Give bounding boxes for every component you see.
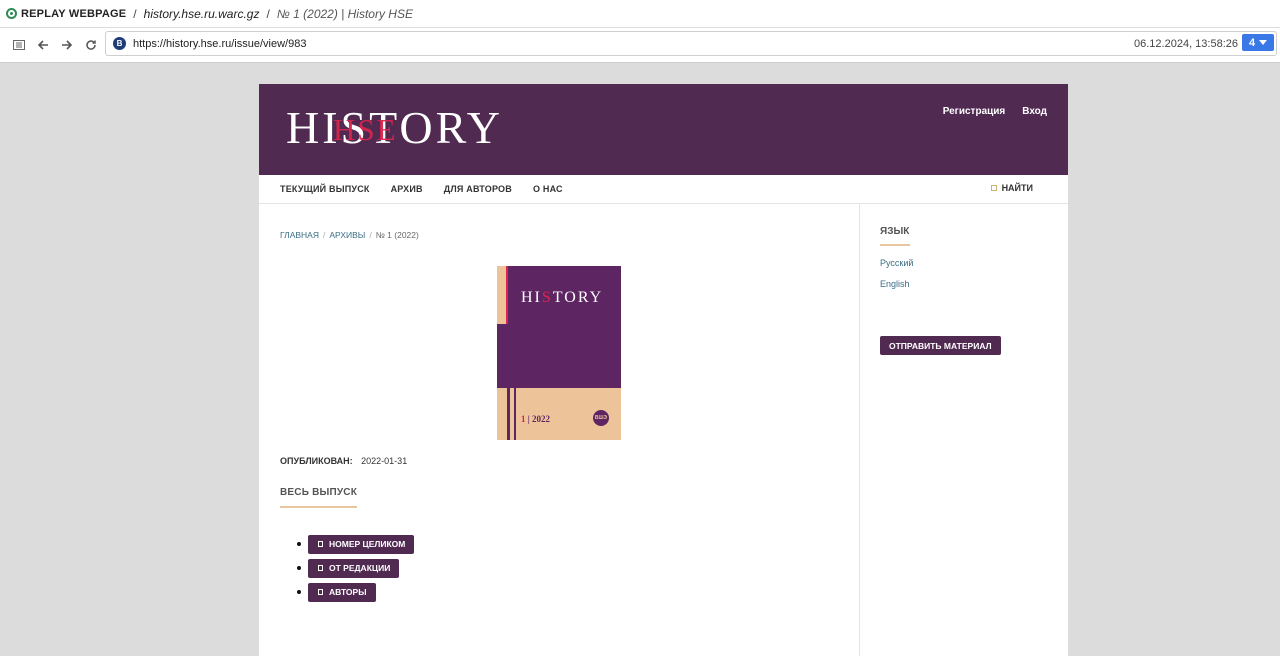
- replay-brand: REPLAY WEBPAGE: [21, 7, 127, 20]
- cover-issue: 1 | 2022: [521, 414, 550, 424]
- file-icon: [318, 565, 323, 571]
- register-link[interactable]: Регистрация: [943, 106, 1006, 117]
- list-item: АВТОРЫ: [281, 580, 414, 604]
- cover-stripe: [507, 388, 510, 440]
- editorial-button[interactable]: ОТ РЕДАКЦИИ: [308, 558, 400, 578]
- heading-underline: [880, 244, 910, 246]
- capture-count: 4: [1248, 36, 1256, 49]
- nav-for-authors[interactable]: ДЛЯ АВТОРОВ: [444, 184, 512, 194]
- site-header: HISTORY HSE Регистрация Вход: [259, 84, 1068, 175]
- main-content: ГЛАВНАЯ / АРХИВЫ / № 1 (2022) HISTORY 1 | 20…: [259, 204, 860, 656]
- main-nav: ТЕКУЩИЙ ВЫПУСК АРХИВ ДЛЯ АВТОРОВ О НАС Н…: [259, 175, 1068, 204]
- language-russian-link[interactable]: Русский: [880, 258, 913, 268]
- login-link[interactable]: Вход: [1022, 106, 1047, 117]
- language-heading: ЯЗЫК: [880, 226, 910, 237]
- cover-title: HISTORY: [521, 289, 604, 306]
- nav-about[interactable]: О НАС: [533, 184, 563, 194]
- page-title: № 1 (2022) | History HSE: [276, 6, 413, 21]
- breadcrumb-separator: /: [323, 230, 326, 240]
- full-issue-heading: ВЕСЬ ВЫПУСК: [280, 487, 358, 498]
- nav-archive[interactable]: АРХИВ: [391, 184, 423, 194]
- replay-logo-icon: [6, 8, 17, 19]
- breadcrumb-archives[interactable]: АРХИВЫ: [329, 230, 365, 240]
- archive-name[interactable]: history.hse.ru.warc.gz: [144, 7, 260, 21]
- search-label: НАЙТИ: [1001, 183, 1033, 193]
- chevron-down-icon: [1259, 40, 1268, 45]
- user-nav: Регистрация Вход: [943, 106, 1047, 117]
- capture-count-button[interactable]: 4: [1242, 34, 1274, 51]
- replay-logo[interactable]: REPLAY WEBPAGE: [6, 8, 126, 20]
- crumb-separator: /: [266, 6, 270, 21]
- file-icon: [318, 589, 323, 595]
- replay-toolbar: REPLAY WEBPAGE / history.hse.ru.warc.gz …: [0, 0, 1280, 27]
- address-bar: В https://history.hse.ru/issue/view/983 …: [0, 28, 1280, 63]
- journal-page: HISTORY HSE Регистрация Вход ТЕКУЩИЙ ВЫП…: [259, 84, 1068, 656]
- logo-overlay: HSE: [333, 112, 398, 147]
- breadcrumb-home[interactable]: ГЛАВНАЯ: [280, 230, 319, 240]
- cover-red-stripe: [506, 266, 508, 324]
- authors-button[interactable]: АВТОРЫ: [308, 582, 376, 602]
- search-icon: [990, 185, 997, 191]
- site-logo[interactable]: HISTORY HSE: [286, 100, 503, 153]
- published-label: ОПУБЛИКОВАН:: [280, 456, 353, 466]
- submit-material-button[interactable]: ОТПРАВИТЬ МАТЕРИАЛ: [880, 336, 1001, 355]
- cover-stripe: [514, 388, 516, 440]
- issue-cover-image: HISTORY 1 | 2022 ВШЭ: [497, 266, 621, 440]
- url-text[interactable]: https://history.hse.ru/issue/view/983: [133, 38, 306, 50]
- published-date: 2022-01-31: [361, 456, 408, 466]
- back-arrow-icon[interactable]: [34, 36, 52, 54]
- search-link[interactable]: НАЙТИ: [990, 183, 1033, 193]
- forward-arrow-icon[interactable]: [58, 36, 76, 54]
- breadcrumb-current: № 1 (2022): [375, 230, 419, 240]
- list-item: НОМЕР ЦЕЛИКОМ: [281, 532, 415, 556]
- galley-list: НОМЕР ЦЕЛИКОМ ОТ РЕДАКЦИИ АВТОРЫ: [281, 532, 415, 604]
- nav-current-issue[interactable]: ТЕКУЩИЙ ВЫПУСК: [280, 184, 370, 194]
- breadcrumb: ГЛАВНАЯ / АРХИВЫ / № 1 (2022): [280, 230, 419, 240]
- capture-timestamp: 06.12.2024, 13:58:26: [1134, 37, 1238, 50]
- full-issue-button[interactable]: НОМЕР ЦЕЛИКОМ: [308, 534, 415, 554]
- heading-underline: [280, 506, 357, 508]
- published-info: ОПУБЛИКОВАН: 2022-01-31: [280, 456, 407, 466]
- breadcrumb-separator: /: [369, 230, 372, 240]
- file-icon: [318, 541, 323, 547]
- language-english-link[interactable]: English: [880, 279, 910, 289]
- site-favicon-icon: В: [113, 37, 126, 50]
- sidebar-toggle-icon[interactable]: [10, 36, 28, 54]
- url-field[interactable]: В https://history.hse.ru/issue/view/983 …: [105, 31, 1277, 56]
- hse-seal-icon: ВШЭ: [593, 410, 609, 426]
- reload-icon[interactable]: [82, 36, 100, 54]
- crumb-separator: /: [133, 6, 137, 21]
- sidebar: ЯЗЫК Русский English ОТПРАВИТЬ МАТЕРИАЛ: [859, 204, 1068, 656]
- list-item: ОТ РЕДАКЦИИ: [281, 556, 414, 580]
